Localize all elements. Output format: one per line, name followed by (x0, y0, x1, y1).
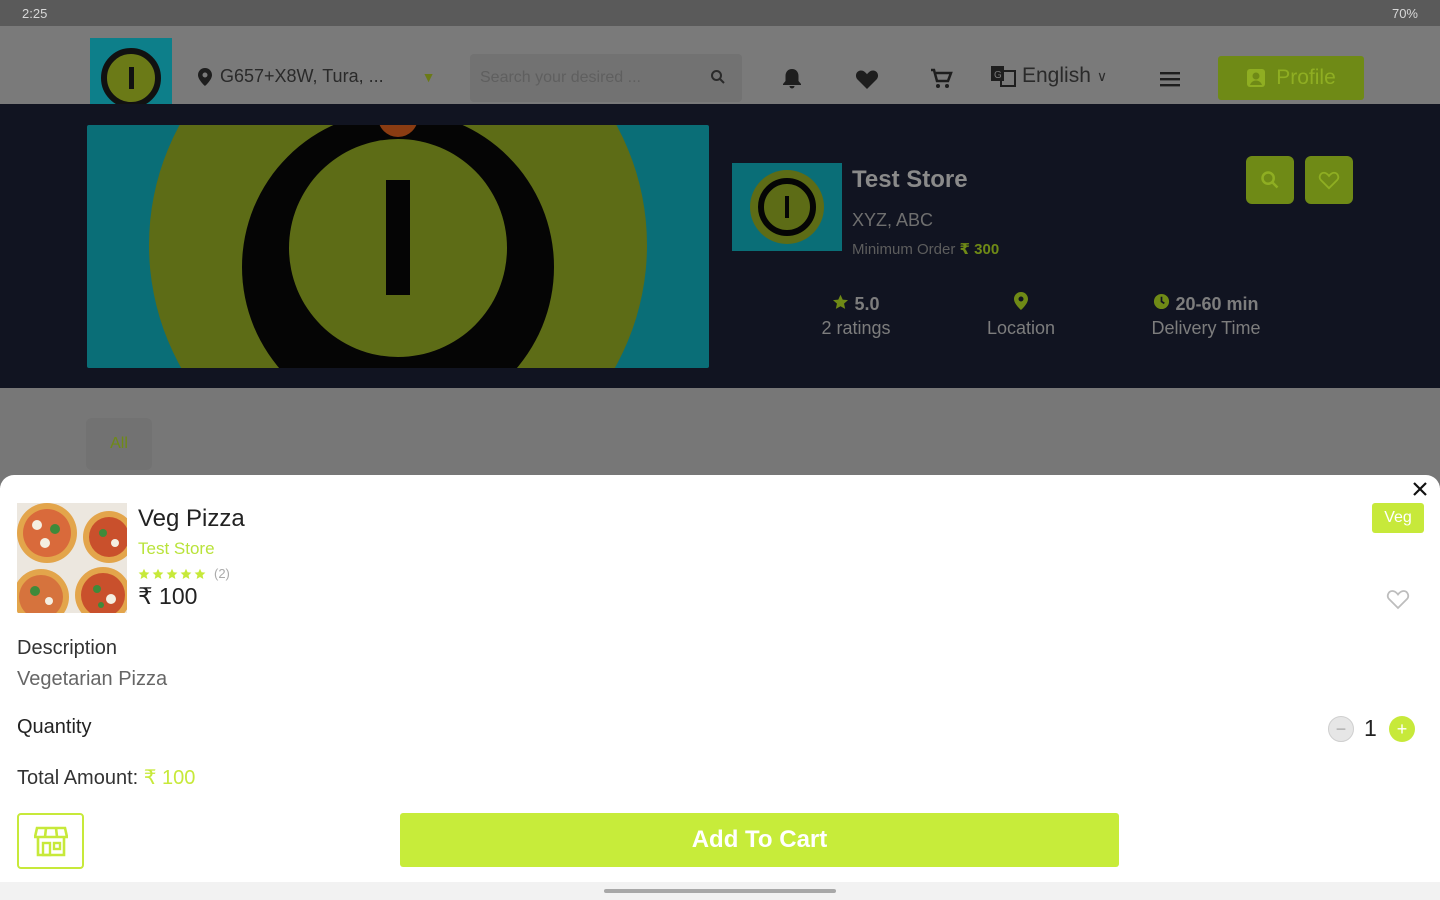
total-value: ₹ 100 (143, 767, 196, 789)
rating-count: (2) (214, 566, 230, 581)
bell-icon[interactable] (779, 66, 805, 92)
quantity-value: 1 (1364, 715, 1377, 741)
location-pin-icon (1014, 292, 1028, 310)
product-price: ₹ 100 (138, 583, 198, 609)
status-bar: 2:25 70% (0, 0, 1440, 26)
profile-button[interactable]: Profile (1218, 56, 1364, 100)
location-label: Location (986, 318, 1056, 338)
minimum-order: Minimum Order ₹ 300 (852, 240, 999, 258)
top-header: G657+X8W, Tura, ... ▼ G English ∨ Profil… (0, 26, 1440, 118)
visit-store-button[interactable] (17, 813, 84, 869)
product-name: Veg Pizza (138, 505, 245, 532)
store-logo (732, 163, 842, 251)
star-icon (833, 294, 849, 309)
rating-count: 2 ratings (821, 318, 891, 338)
category-all[interactable]: All (86, 418, 152, 470)
heart-icon[interactable] (854, 66, 880, 92)
location-pin-icon (198, 67, 212, 86)
veg-badge: Veg (1372, 503, 1424, 533)
delivery-value: 20-60 min (1175, 294, 1259, 314)
star-icon (180, 568, 192, 579)
store-delivery-time: 20-60 min Delivery Time (1138, 292, 1274, 340)
star-icon (138, 568, 150, 579)
search-icon[interactable] (710, 69, 726, 85)
product-details-sheet: Veg Pizza Test Store (2) ₹ 100 Veg Descr… (0, 475, 1440, 900)
store-hero: Test Store XYZ, ABC Minimum Order ₹ 300 … (0, 104, 1440, 388)
min-order-amount: ₹ 300 (959, 241, 1000, 258)
search-box (470, 54, 742, 102)
system-nav-bar (0, 882, 1440, 900)
heart-outline-icon (1318, 171, 1340, 190)
chevron-down-icon: ▼ (421, 68, 436, 85)
language-selector[interactable]: G English ∨ (990, 64, 1107, 88)
star-icon (166, 568, 178, 579)
store-banner (87, 125, 709, 368)
total-amount: Total Amount: ₹ 100 (17, 765, 195, 790)
wishlist-heart-icon[interactable] (1385, 588, 1411, 615)
description-text: Vegetarian Pizza (17, 668, 168, 690)
quantity-increment-button[interactable]: + (1389, 716, 1415, 742)
rating-value: 5.0 (854, 294, 880, 314)
store-icon (33, 826, 68, 857)
svg-text:G: G (994, 70, 1002, 81)
store-search-button[interactable] (1246, 156, 1294, 204)
translate-icon: G (991, 66, 1016, 87)
add-to-cart-button[interactable]: Add To Cart (400, 813, 1119, 867)
quantity-decrement-button[interactable]: − (1328, 716, 1354, 742)
product-store[interactable]: Test Store (138, 539, 215, 559)
store-favorite-button[interactable] (1305, 156, 1353, 204)
total-label: Total Amount: (17, 767, 139, 789)
description-label: Description (17, 637, 118, 659)
power-logo-icon (101, 48, 161, 108)
min-order-label: Minimum Order (852, 241, 956, 258)
star-icon (194, 568, 206, 579)
status-time: 2:25 (22, 6, 48, 21)
store-name: Test Store (852, 166, 968, 193)
store-rating: 5.0 2 ratings (806, 292, 906, 340)
store-address: XYZ, ABC (852, 210, 934, 230)
search-input[interactable] (480, 66, 700, 90)
user-icon (1247, 69, 1266, 87)
product-rating: (2) (138, 566, 230, 581)
search-icon (1261, 171, 1279, 189)
clock-icon (1154, 293, 1170, 310)
store-location[interactable]: Location (966, 292, 1076, 340)
star-icon (152, 568, 164, 579)
language-label: English (1022, 64, 1091, 87)
delivery-label: Delivery Time (1151, 318, 1261, 338)
menu-icon[interactable] (1157, 66, 1183, 92)
product-image (17, 503, 127, 613)
location-selector[interactable]: G657+X8W, Tura, ... ▼ (198, 66, 435, 87)
profile-label: Profile (1276, 66, 1336, 89)
home-indicator[interactable] (604, 889, 836, 893)
category-bar: All (0, 388, 1440, 488)
cart-icon[interactable] (928, 66, 954, 92)
quantity-label: Quantity (17, 716, 92, 738)
close-icon[interactable] (1408, 477, 1432, 501)
battery-status: 70% (1391, 6, 1418, 21)
chevron-down-icon: ∨ (1096, 67, 1108, 84)
location-text: G657+X8W, Tura, ... (220, 66, 384, 86)
